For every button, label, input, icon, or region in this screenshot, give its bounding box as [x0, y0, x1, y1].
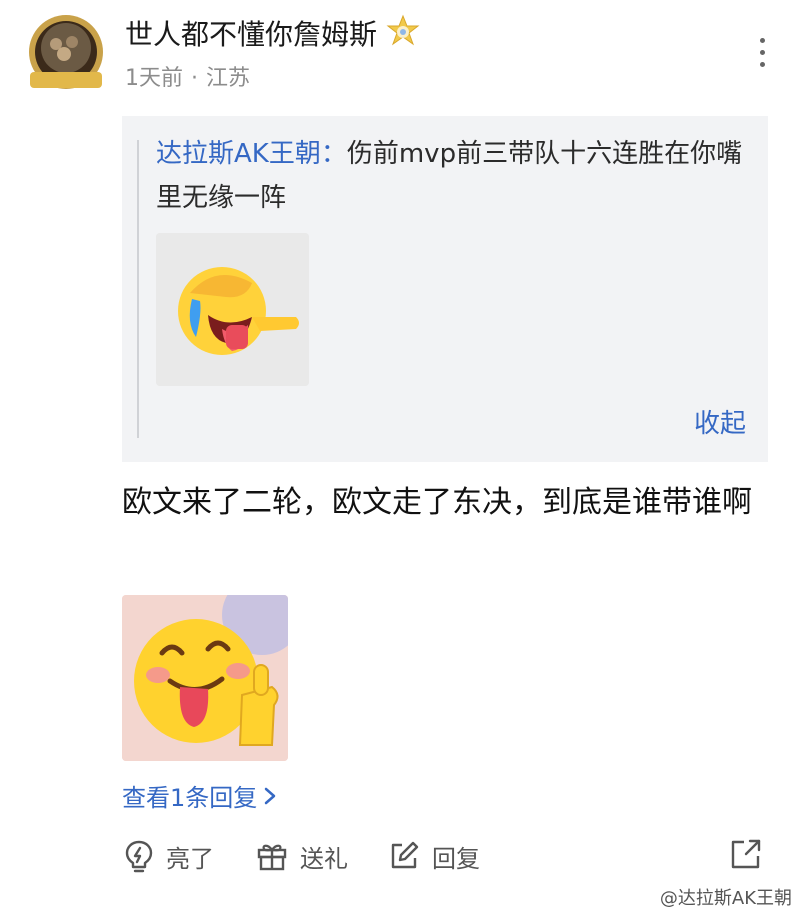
comment-sticker-image[interactable]: [122, 595, 288, 761]
quote-divider: [137, 140, 139, 438]
comment-time: 1天前: [125, 66, 183, 91]
username-text[interactable]: 世人都不懂你詹姆斯: [125, 18, 377, 51]
quoted-author-separator: ：: [320, 139, 347, 169]
gift-icon: [257, 844, 287, 871]
view-replies-label[interactable]: 查看1条回复: [122, 784, 257, 812]
meta-separator: ·: [191, 66, 198, 91]
quoted-sticker-image[interactable]: [156, 233, 309, 386]
gift-button[interactable]: 送礼: [256, 836, 348, 876]
watermark: @达拉斯AK王朝: [659, 888, 792, 909]
comment-meta: 1天前 · 江苏: [125, 60, 250, 92]
username[interactable]: 世人都不懂你詹姆斯: [125, 14, 421, 56]
lightbulb-icon: [125, 840, 153, 873]
comment-location: 江苏: [206, 66, 251, 91]
gift-label[interactable]: 送礼: [300, 839, 348, 874]
quoted-comment-text: 达拉斯AK王朝：伤前mvp前三带队十六连胜在你嘴里无缘一阵: [156, 132, 756, 220]
reply-edit-icon: [391, 841, 419, 869]
more-icon[interactable]: [752, 38, 772, 72]
vip-badge-icon: [385, 14, 421, 50]
quoted-author[interactable]: 达拉斯AK王朝: [156, 139, 321, 169]
reply-button[interactable]: 回复: [388, 836, 480, 876]
avatar[interactable]: [26, 14, 106, 94]
view-replies-link[interactable]: 查看1条回复: [122, 778, 277, 813]
comment-text: 欧文来了二轮，欧文走了东决，到底是谁带谁啊: [122, 485, 752, 520]
avatar-image: [29, 15, 103, 89]
collapse-button[interactable]: 收起: [694, 403, 746, 440]
reply-label[interactable]: 回复: [432, 839, 480, 874]
share-icon[interactable]: [728, 836, 764, 872]
chevron-right-icon: [263, 784, 277, 812]
light-label[interactable]: 亮了: [166, 839, 214, 874]
light-button[interactable]: 亮了: [124, 836, 214, 876]
